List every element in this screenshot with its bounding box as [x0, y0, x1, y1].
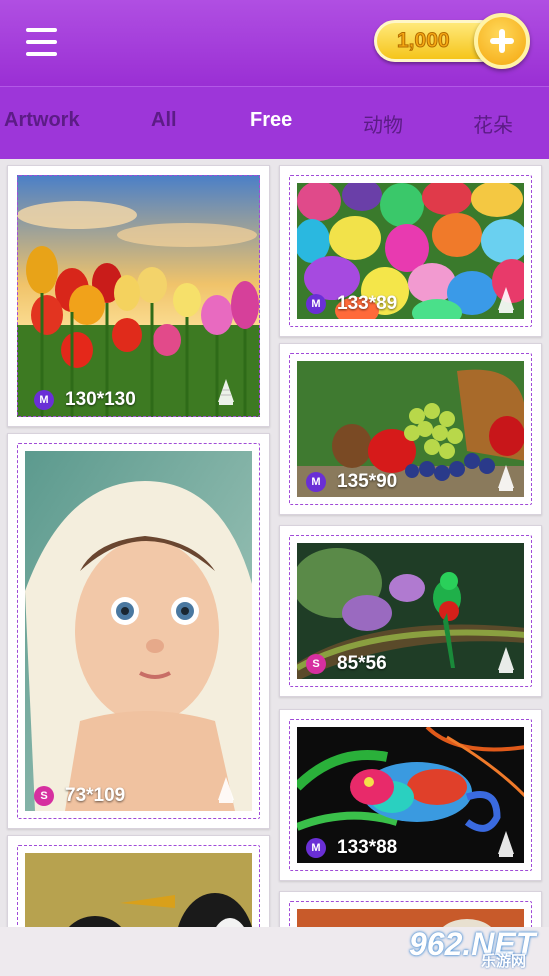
paint-cone-icon: [498, 647, 514, 673]
artwork-card[interactable]: M 130*130: [7, 165, 270, 427]
size-badge: M: [34, 390, 54, 410]
paint-cone-icon: [218, 777, 234, 803]
grid-size-label: 73*109: [65, 785, 126, 806]
size-badge: M: [306, 472, 326, 492]
grid-size-label: 85*56: [337, 653, 387, 674]
tab-artwork[interactable]: Artwork: [4, 109, 80, 139]
top-app-bar: 1,000: [0, 0, 549, 86]
tab-flowers[interactable]: 花朵: [473, 109, 513, 139]
size-badge: S: [306, 654, 326, 674]
artwork-card[interactable]: M 135*90: [279, 343, 542, 515]
category-tab-bar: Artwork All Free 动物 花朵: [0, 86, 549, 159]
tab-all[interactable]: All: [151, 109, 177, 139]
add-coins-button[interactable]: [474, 13, 530, 69]
paint-cone-icon: [498, 465, 514, 491]
dashed-frame: [17, 443, 260, 819]
paint-cone-icon: [218, 379, 234, 405]
artwork-card[interactable]: M 133*89: [279, 165, 542, 337]
grid-size-label: 135*90: [337, 471, 398, 492]
artwork-card[interactable]: S 73*109: [7, 433, 270, 829]
artwork-card[interactable]: M 133*88: [279, 709, 542, 881]
grid-size-label: 130*130: [65, 389, 136, 410]
size-badge: M: [306, 294, 326, 314]
grid-size-label: 133*89: [337, 293, 398, 314]
size-badge: S: [34, 786, 54, 806]
artwork-card[interactable]: S 85*56: [279, 525, 542, 697]
site-watermark: 962.NET 乐游网: [409, 926, 541, 970]
grid-size-label: 133*88: [337, 837, 398, 858]
tab-animals[interactable]: 动物: [363, 109, 403, 139]
hamburger-menu-icon[interactable]: [24, 26, 62, 58]
tab-free[interactable]: Free: [250, 109, 292, 139]
size-badge: M: [306, 838, 326, 858]
watermark-sub: 乐游网: [481, 953, 527, 970]
paint-cone-icon: [498, 287, 514, 313]
paint-cone-icon: [498, 831, 514, 857]
